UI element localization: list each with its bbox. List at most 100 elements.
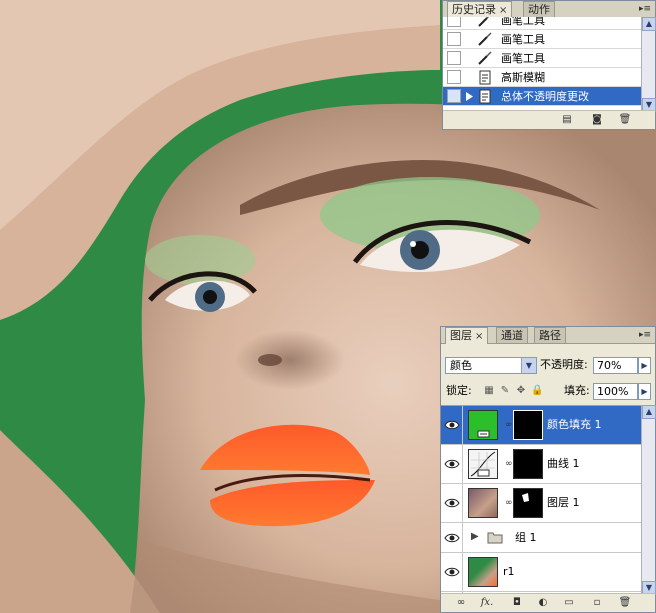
layer-name: r1 (503, 565, 515, 578)
history-panel: 历史记录 × 动作 ▸≡ 画笔工具 画笔工具 画笔工具 高斯模糊 总体不透明度更… (442, 0, 656, 130)
history-item[interactable]: 画笔工具 (443, 49, 641, 68)
history-source-checkbox[interactable] (447, 89, 461, 103)
brush-icon (478, 32, 492, 46)
layer-mask-thumbnail[interactable] (513, 410, 543, 440)
history-item-label: 高斯模糊 (501, 71, 545, 84)
history-source-checkbox[interactable] (447, 51, 461, 65)
opacity-slider-toggle[interactable]: ▶ (638, 357, 651, 374)
history-item-label: 画笔工具 (501, 52, 545, 65)
lock-transparency-icon[interactable]: ▦ (483, 385, 495, 397)
opacity-label: 不透明度: (540, 358, 588, 371)
layers-footer: ∞ fx. ◘ ◐ ▭ ▫ 🗑 (441, 593, 655, 612)
history-source-checkbox[interactable] (447, 70, 461, 84)
curves-icon (470, 451, 496, 477)
opacity-input[interactable]: 70% (593, 357, 638, 374)
mask-link-icon[interactable]: ∞ (505, 458, 513, 470)
history-item[interactable]: 高斯模糊 (443, 68, 641, 87)
history-footer: ▤ ◙ 🗑 (443, 110, 655, 129)
blend-mode-value: 颜色 (450, 359, 472, 372)
panel-menu-icon[interactable]: ▸≡ (638, 2, 652, 16)
history-source-checkbox[interactable] (447, 32, 461, 46)
history-item-label: 总体不透明度更改 (501, 90, 589, 103)
opacity-value: 70% (597, 359, 622, 372)
panel-menu-icon[interactable]: ▸≡ (638, 328, 652, 342)
tab-layers[interactable]: 图层 × (445, 327, 489, 344)
layer-row-curves[interactable]: ∞ 曲线 1 (441, 445, 641, 484)
history-source-checkbox[interactable] (447, 17, 461, 27)
layer-name: 图层 1 (547, 496, 580, 509)
fx-icon[interactable]: fx. (479, 596, 495, 610)
layers-scrollbar[interactable]: ▲ ▼ (641, 405, 656, 595)
history-scrollbar[interactable]: ▲ ▼ (641, 17, 656, 112)
adjustment-layer-icon[interactable]: ◐ (535, 596, 551, 610)
mask-link-icon[interactable]: ∞ (505, 497, 513, 509)
trash-icon[interactable]: 🗑 (617, 596, 633, 610)
history-item[interactable]: 画笔工具 (443, 17, 641, 30)
layers-panel: 图层 × 通道 路径 ▸≡ 颜色 ▼ 不透明度: 70% ▶ 锁定: ▦ ✎ ✥ … (440, 326, 656, 613)
layer-image-thumbnail[interactable] (468, 488, 498, 518)
new-document-from-state-icon[interactable]: ▤ (559, 113, 575, 127)
eye-icon (444, 459, 460, 469)
tab-actions[interactable]: 动作 (523, 1, 555, 17)
adjustment-badge-icon (477, 430, 490, 438)
tab-layers-label: 图层 (450, 329, 472, 342)
filter-step-icon (479, 89, 491, 104)
folder-icon (487, 532, 503, 544)
layer-row-color-fill[interactable]: ∞ 颜色填充 1 (441, 406, 641, 445)
close-icon[interactable]: × (499, 5, 507, 16)
curves-thumbnail[interactable] (468, 449, 498, 479)
fill-input[interactable]: 100% (593, 383, 638, 400)
scroll-up-icon[interactable]: ▲ (642, 405, 656, 419)
blend-mode-select[interactable]: 颜色 ▼ (445, 357, 537, 374)
close-icon[interactable]: × (475, 331, 483, 342)
lock-image-icon[interactable]: ✎ (499, 385, 511, 397)
trash-icon[interactable]: 🗑 (617, 113, 633, 127)
brush-icon (478, 17, 490, 27)
layer-row-r1[interactable]: r1 (441, 553, 641, 592)
history-tabbar: 历史记录 × 动作 ▸≡ (443, 1, 655, 18)
layer-image-thumbnail[interactable] (468, 557, 498, 587)
link-layers-icon[interactable]: ∞ (453, 596, 469, 610)
layer-name: 曲线 1 (547, 457, 580, 470)
tab-history-label: 历史记录 (452, 3, 496, 16)
snapshot-camera-icon[interactable]: ◙ (589, 113, 605, 127)
history-state-pointer-icon (466, 92, 473, 101)
fill-color-thumbnail[interactable] (468, 410, 498, 440)
tab-history[interactable]: 历史记录 × (447, 1, 513, 18)
layer-row-group[interactable]: ▶ 组 1 (441, 523, 641, 553)
fill-slider-toggle[interactable]: ▶ (638, 383, 651, 400)
eye-icon (444, 533, 460, 543)
visibility-toggle[interactable] (441, 523, 463, 552)
layers-tabbar: 图层 × 通道 路径 ▸≡ (441, 327, 655, 344)
layer-row-image[interactable]: ∞ 图层 1 (441, 484, 641, 523)
add-mask-icon[interactable]: ◘ (509, 596, 525, 610)
tab-actions-label: 动作 (528, 3, 550, 16)
eye-icon (444, 420, 460, 430)
history-item-label: 画笔工具 (501, 17, 545, 27)
visibility-toggle[interactable] (441, 406, 463, 444)
history-item-selected[interactable]: 总体不透明度更改 (443, 87, 641, 106)
layer-mask-thumbnail[interactable] (513, 488, 543, 518)
fill-label: 填充: (564, 384, 590, 397)
blend-opacity-row: 颜色 ▼ 不透明度: 70% ▶ (441, 353, 655, 377)
lock-position-icon[interactable]: ✥ (515, 385, 527, 397)
scroll-up-icon[interactable]: ▲ (642, 17, 656, 31)
brush-icon (478, 51, 492, 65)
visibility-toggle[interactable] (441, 553, 463, 591)
lock-all-icon[interactable]: 🔒 (531, 385, 543, 397)
history-item-label: 画笔工具 (501, 33, 545, 46)
expand-arrow-icon[interactable]: ▶ (471, 531, 479, 542)
history-item[interactable]: 画笔工具 (443, 30, 641, 49)
tab-paths[interactable]: 路径 (534, 327, 566, 343)
visibility-toggle[interactable] (441, 484, 463, 522)
visibility-toggle[interactable] (441, 445, 463, 483)
layer-name: 组 1 (515, 531, 537, 544)
new-group-icon[interactable]: ▭ (561, 596, 577, 610)
mask-shape (522, 493, 529, 502)
chevron-down-icon[interactable]: ▼ (521, 358, 536, 373)
new-layer-icon[interactable]: ▫ (589, 596, 605, 610)
layer-mask-thumbnail[interactable] (513, 449, 543, 479)
lock-fill-row: 锁定: ▦ ✎ ✥ 🔒 填充: 100% ▶ (441, 379, 655, 403)
tab-channels[interactable]: 通道 (496, 327, 528, 343)
mask-link-icon[interactable]: ∞ (505, 419, 513, 431)
